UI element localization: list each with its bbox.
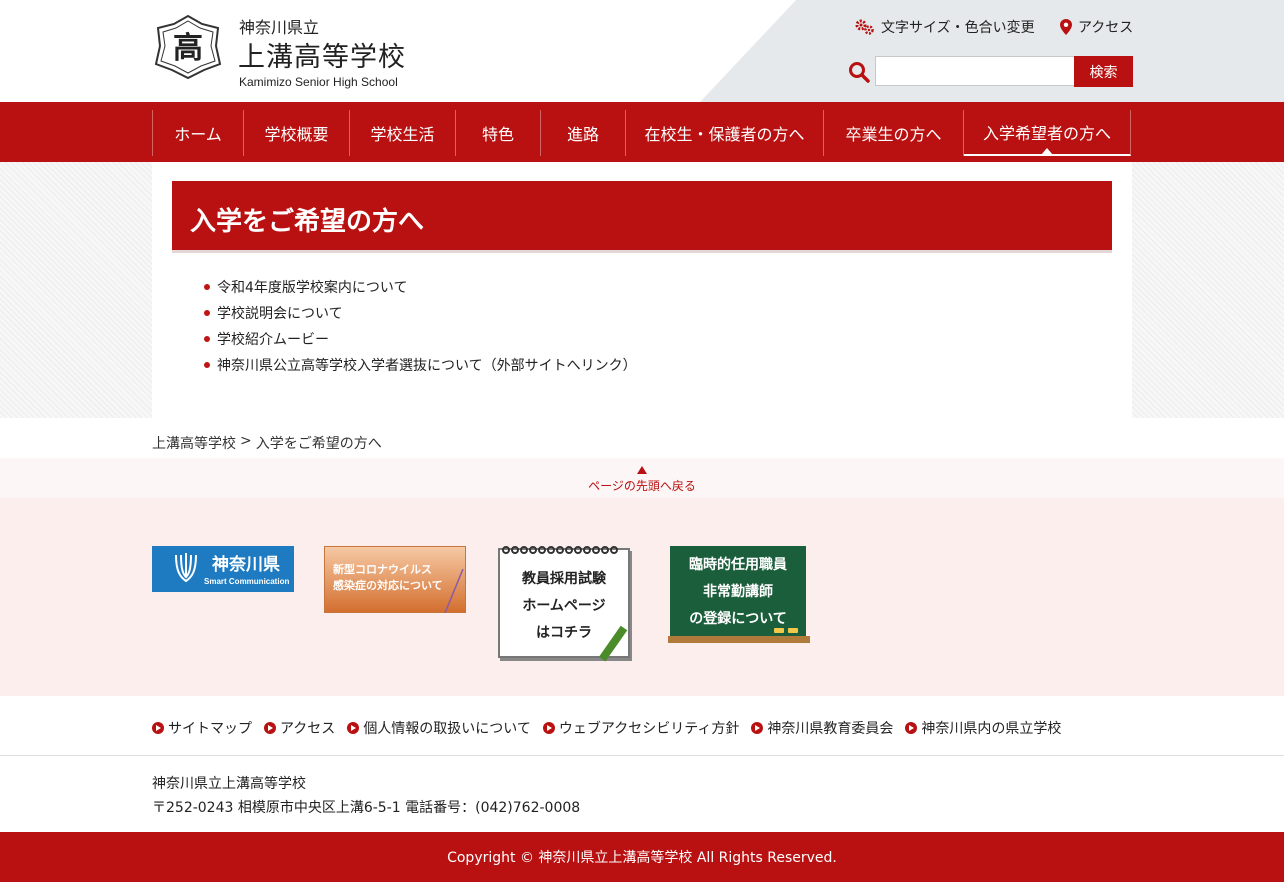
breadcrumb: 上溝高等学校 > 入学をご希望の方へ bbox=[152, 433, 382, 453]
fontsize-color-link[interactable]: 文字サイズ・色合い変更 bbox=[855, 17, 1035, 37]
footer-link-prefectural-schools[interactable]: 神奈川県内の県立学校 bbox=[905, 718, 1061, 738]
nav-item-students-parents[interactable]: 在校生・保護者の方へ bbox=[626, 110, 824, 156]
search-input[interactable] bbox=[875, 56, 1075, 86]
nav-item-school-life[interactable]: 学校生活 bbox=[350, 110, 456, 156]
global-nav-list: ホーム 学校概要 学校生活 特色 進路 在校生・保護者の方へ 卒業生の方へ 入学… bbox=[152, 110, 1131, 156]
corona-banner-line1: 新型コロナウイルス bbox=[333, 563, 432, 576]
diagonal-line-decoration bbox=[444, 569, 464, 613]
kanagawa-logo-icon bbox=[175, 553, 197, 583]
temp-banner-line3: の登録について bbox=[689, 611, 787, 627]
main-content: 入学をご希望の方へ 令和4年度版学校案内について 学校説明会について 学校紹介ム… bbox=[152, 162, 1132, 418]
active-caret-icon bbox=[1041, 148, 1053, 155]
footer-link-sitemap[interactable]: サイトマップ bbox=[152, 718, 252, 738]
bullet-icon bbox=[204, 336, 210, 342]
gears-icon bbox=[855, 19, 874, 35]
temp-staff-banner[interactable]: 臨時的任用職員 非常勤講師 の登録について bbox=[668, 546, 810, 643]
header-gray-panel bbox=[700, 0, 1284, 102]
kanagawa-pref-banner[interactable]: 神奈川県 Smart Communication bbox=[152, 546, 294, 592]
chalk-icon bbox=[774, 628, 784, 633]
breadcrumb-current: 入学をご希望の方へ bbox=[255, 436, 382, 452]
footer-link-privacy[interactable]: 個人情報の取扱いについて bbox=[347, 718, 531, 738]
nav-item-career[interactable]: 進路 bbox=[541, 110, 626, 156]
footer-divider bbox=[0, 755, 1284, 756]
footer-links: サイトマップ アクセス 個人情報の取扱いについて ウェブアクセシビリティ方針 神… bbox=[152, 718, 1061, 738]
svg-text:高: 高 bbox=[173, 31, 203, 66]
school-crest-logo[interactable]: 高 bbox=[154, 14, 222, 80]
map-pin-icon bbox=[1060, 19, 1072, 35]
school-name-en: Kamimizo Senior High School bbox=[239, 75, 398, 89]
footer-address: 〒252-0243 相模原市中央区上溝6-5-1 電話番号：(042)762-0… bbox=[152, 800, 581, 816]
list-item[interactable]: 学校紹介ムービー bbox=[204, 326, 637, 352]
bullet-icon bbox=[204, 362, 210, 368]
notepad-rings-icon bbox=[502, 546, 626, 554]
list-item[interactable]: 神奈川県公立高等学校入学者選抜について（外部サイトへリンク） bbox=[204, 352, 637, 378]
school-name[interactable]: 上溝高等学校 bbox=[238, 35, 406, 74]
fontsize-color-label: 文字サイズ・色合い変更 bbox=[881, 20, 1035, 36]
arrow-circle-icon bbox=[905, 722, 918, 734]
content-link[interactable]: 学校説明会について bbox=[217, 303, 343, 323]
chalkboard-ledge bbox=[668, 636, 810, 643]
copyright-text: Copyright © 神奈川県立上溝高等学校 All Rights Reser… bbox=[447, 850, 837, 866]
corona-banner-line2: 感染症の対応について bbox=[333, 579, 443, 592]
global-nav: ホーム 学校概要 学校生活 特色 進路 在校生・保護者の方へ 卒業生の方へ 入学… bbox=[0, 102, 1284, 162]
bullet-icon bbox=[204, 310, 210, 316]
content-link-list: 令和4年度版学校案内について 学校説明会について 学校紹介ムービー 神奈川県公立… bbox=[204, 274, 637, 378]
list-item[interactable]: 学校説明会について bbox=[204, 300, 637, 326]
kanagawa-banner-subtitle: Smart Communication bbox=[204, 577, 290, 586]
arrow-circle-icon bbox=[347, 722, 360, 734]
nav-item-home[interactable]: ホーム bbox=[153, 110, 244, 156]
breadcrumb-separator: > bbox=[240, 433, 252, 449]
nav-item-features[interactable]: 特色 bbox=[456, 110, 541, 156]
teacher-banner-line1: 教員採用試験 bbox=[522, 571, 606, 587]
nav-item-about[interactable]: 学校概要 bbox=[244, 110, 350, 156]
footer-link-access[interactable]: アクセス bbox=[264, 718, 335, 738]
arrow-circle-icon bbox=[542, 722, 555, 734]
arrow-circle-icon bbox=[751, 722, 764, 734]
nav-item-graduates[interactable]: 卒業生の方へ bbox=[824, 110, 964, 156]
arrow-circle-icon bbox=[152, 722, 164, 734]
footer-link-board-of-education[interactable]: 神奈川県教育委員会 bbox=[751, 718, 893, 738]
site-header: 高 神奈川県立 上溝高等学校 Kamimizo Senior High Scho… bbox=[0, 0, 1284, 102]
access-link[interactable]: アクセス bbox=[1060, 17, 1133, 37]
corona-response-banner[interactable]: 新型コロナウイルス 感染症の対応について bbox=[324, 546, 466, 613]
pagetop-link[interactable]: ページの先頭へ戻る bbox=[0, 466, 1284, 494]
content-link[interactable]: 学校紹介ムービー bbox=[217, 329, 329, 349]
teacher-banner-line2: ホームページ bbox=[522, 598, 606, 614]
page-title-box: 入学をご希望の方へ bbox=[172, 181, 1112, 253]
content-link[interactable]: 令和4年度版学校案内について bbox=[217, 277, 408, 297]
footer-school-name: 神奈川県立上溝高等学校 bbox=[152, 776, 306, 792]
breadcrumb-home-link[interactable]: 上溝高等学校 bbox=[152, 433, 236, 453]
banner-area bbox=[0, 498, 1284, 696]
temp-banner-line2: 非常勤講師 bbox=[703, 584, 773, 600]
footer-link-accessibility[interactable]: ウェブアクセシビリティ方針 bbox=[542, 718, 739, 738]
temp-banner-line1: 臨時的任用職員 bbox=[689, 557, 787, 573]
arrow-circle-icon bbox=[264, 722, 276, 734]
teacher-exam-banner[interactable]: 教員採用試験 ホームページ はコチラ bbox=[496, 546, 640, 664]
pagetop-label: ページの先頭へ戻る bbox=[588, 479, 696, 493]
list-item[interactable]: 令和4年度版学校案内について bbox=[204, 274, 637, 300]
nav-item-prospective[interactable]: 入学希望者の方へ bbox=[964, 110, 1131, 156]
page-title: 入学をご希望の方へ bbox=[190, 207, 425, 237]
copyright-bar: Copyright © 神奈川県立上溝高等学校 All Rights Reser… bbox=[0, 832, 1284, 882]
search-icon bbox=[849, 62, 870, 83]
chalk-icon bbox=[788, 628, 798, 633]
search-button[interactable]: 検索 bbox=[1074, 56, 1133, 87]
access-label: アクセス bbox=[1078, 20, 1134, 36]
content-link[interactable]: 神奈川県公立高等学校入学者選抜について（外部サイトへリンク） bbox=[217, 355, 637, 375]
bullet-icon bbox=[204, 284, 210, 290]
kanagawa-banner-title: 神奈川県 bbox=[212, 555, 280, 575]
triangle-up-icon bbox=[637, 466, 647, 474]
